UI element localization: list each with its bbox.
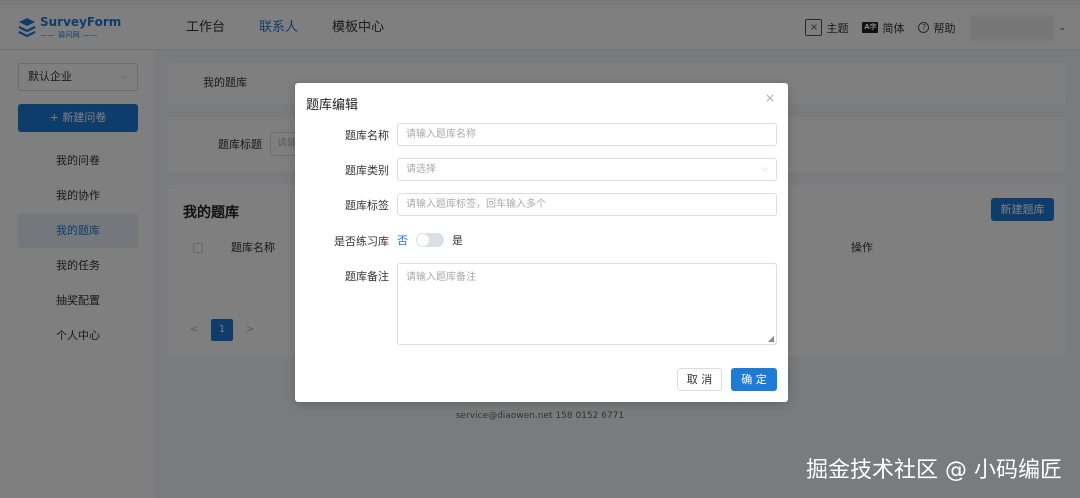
watermark: 掘金技术社区 @ 小码编匠: [806, 458, 1062, 483]
confirm-button[interactable]: 确 定: [731, 368, 777, 391]
category-select-placeholder: 请选择: [406, 164, 436, 175]
chevron-down-icon: ⌵: [761, 164, 768, 174]
remark-label: 题库备注: [345, 270, 389, 283]
practice-on-label[interactable]: 是: [452, 232, 463, 248]
remark-placeholder: 请输入题库备注: [406, 272, 476, 283]
category-label: 题库类别: [345, 164, 389, 177]
practice-switch-group: 否 是: [397, 232, 463, 248]
toggle-knob: [417, 234, 429, 246]
close-icon[interactable]: ×: [765, 91, 775, 105]
practice-label: 是否练习库: [334, 235, 389, 248]
remark-textarea[interactable]: 请输入题库备注 ◢: [397, 263, 777, 345]
name-label: 题库名称: [345, 129, 389, 142]
tags-label: 题库标签: [345, 199, 389, 212]
resize-handle-icon[interactable]: ◢: [768, 334, 774, 343]
question-bank-edit-dialog: 题库编辑 × 题库名称 请输入题库名称 题库类别 请选择 ⌵ 题库标签 请输入题…: [295, 83, 788, 402]
name-input[interactable]: 请输入题库名称: [397, 123, 777, 146]
tags-input[interactable]: 请输入题库标签，回车输入多个: [397, 193, 777, 216]
dialog-title: 题库编辑: [306, 98, 359, 113]
category-select[interactable]: 请选择 ⌵: [397, 158, 777, 181]
practice-off-label[interactable]: 否: [397, 232, 408, 248]
cancel-button[interactable]: 取 消: [677, 368, 722, 391]
practice-toggle[interactable]: [416, 233, 444, 247]
